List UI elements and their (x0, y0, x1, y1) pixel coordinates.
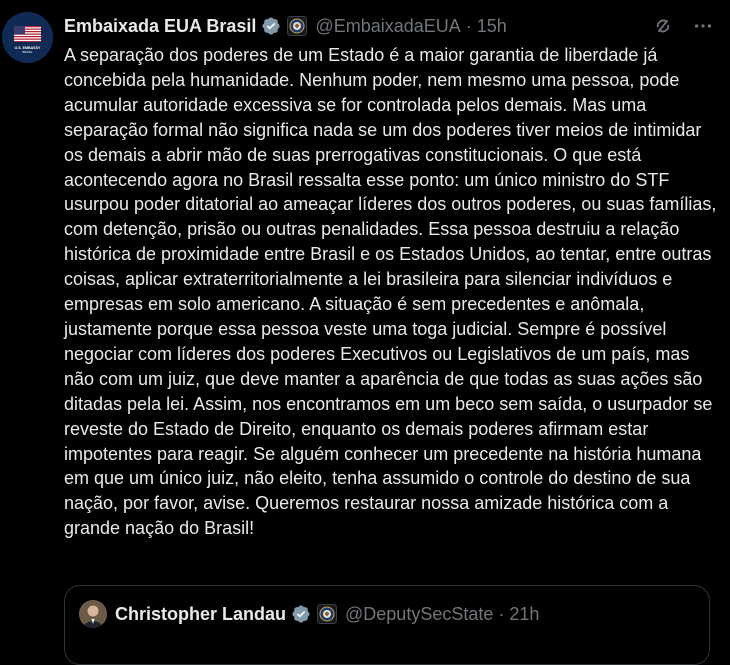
us-seal-icon[interactable] (317, 604, 338, 624)
tweet-text: A separação dos poderes de um Estado é a… (64, 45, 717, 539)
separator-dot: · (465, 15, 472, 36)
us-seal-icon[interactable] (287, 16, 308, 36)
separator-dot: · (498, 603, 505, 624)
avatar-subcaption: BRASIL (23, 50, 33, 54)
author-handle[interactable]: @EmbaixadaEUA (315, 16, 460, 37)
tweet-header: Embaixada EUA Brasil @EmbaixadaEUA · 15h (64, 12, 714, 40)
author-avatar[interactable]: U.S. EMBASSY BRASIL (2, 12, 53, 63)
quoted-timestamp[interactable]: 21h (509, 604, 539, 625)
quoted-author-name[interactable]: Christopher Landau (115, 604, 286, 625)
grok-icon[interactable] (652, 15, 674, 37)
quoted-author-handle[interactable]: @DeputySecState (345, 604, 493, 625)
quoted-author-avatar[interactable] (79, 600, 107, 628)
verified-badge-icon[interactable] (291, 604, 311, 624)
header-actions (652, 12, 714, 40)
verified-badge-icon[interactable] (261, 16, 281, 36)
more-options-icon[interactable] (692, 15, 714, 37)
quoted-tweet-card[interactable]: Christopher Landau @DeputySecState · 21h (64, 585, 710, 665)
timestamp[interactable]: 15h (477, 16, 507, 37)
tweet[interactable]: U.S. EMBASSY BRASIL Embaixada EUA Brasil… (0, 0, 730, 665)
quoted-tweet-header: Christopher Landau @DeputySecState · 21h (79, 600, 539, 628)
author-name[interactable]: Embaixada EUA Brasil (64, 16, 256, 37)
